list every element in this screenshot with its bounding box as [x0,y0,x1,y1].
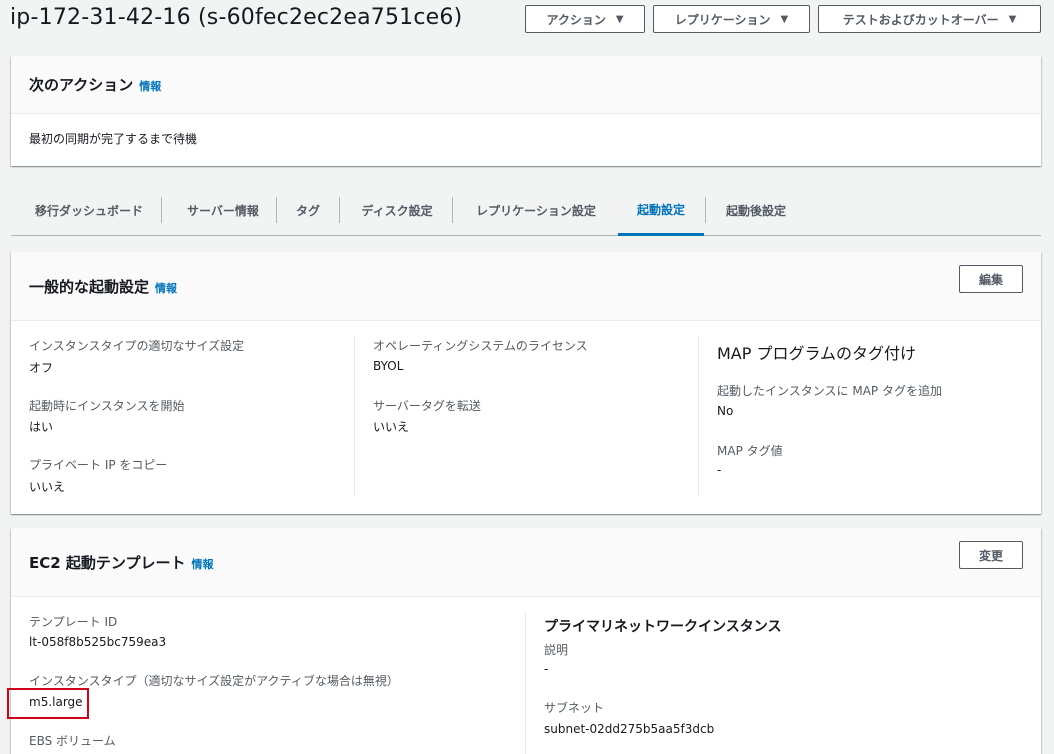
field-label: 起動したインスタンスに MAP タグを追加 [717,384,942,398]
tab-bar: 移行ダッシュボード サーバー情報 タグ ディスク設定 レプリケーション設定 起動… [11,186,1041,236]
field-label: インスタンスタイプ（適切なサイズ設定がアクティブな場合は無視） [29,674,399,688]
tab-post-launch-settings[interactable]: 起動後設定 [712,186,800,235]
general-launch-settings-panel: 一般的な起動設定 情報 編集 インスタンスタイプの適切なサイズ設定 オフ 起動時に… [11,252,1041,514]
field-value: はい [29,420,54,434]
field-label: プライベート IP をコピー [29,458,168,472]
tab-separator [276,197,277,223]
next-action-header: 次のアクション 情報 [11,56,1041,114]
column-divider [525,612,526,754]
caret-down-icon: ▼ [1008,13,1017,25]
replication-button-label: レプリケーション [674,12,771,27]
ec2-template-title-text: EC2 起動テンプレート [29,554,186,572]
field-value: いいえ [373,420,410,434]
field-label: 起動時にインスタンスを開始 [29,399,185,413]
ec2-template-info-link[interactable]: 情報 [191,558,213,571]
tab-migration-dashboard[interactable]: 移行ダッシュボード [19,186,159,235]
field-value: いいえ [29,480,66,494]
actions-dropdown-button[interactable]: アクション ▼ [525,5,645,33]
tab-separator [339,197,340,223]
tab-separator [161,197,162,223]
field-label: EBS ボリューム [29,734,116,748]
general-launch-info-link[interactable]: 情報 [155,282,177,295]
change-button[interactable]: 変更 [959,541,1023,569]
field-label: インスタンスタイプの適切なサイズ設定 [29,339,245,353]
edit-button[interactable]: 編集 [959,265,1023,293]
field-value: - [717,463,722,477]
column-divider [698,336,699,496]
page-header: ip-172-31-42-16 (s-60fec2ec2ea751ce6) アク… [0,0,1054,44]
tab-tags[interactable]: タグ [285,186,331,235]
next-action-title-text: 次のアクション [29,76,134,94]
tab-server-info[interactable]: サーバー情報 [171,186,275,235]
primary-network-title: プライマリネットワークインスタンス [544,619,782,635]
next-action-body: 最初の同期が完了するまで待機 [29,132,198,146]
subnet-value: subnet-02dd275b5aa5f3dcb [544,722,715,736]
highlight-box [7,688,89,719]
ec2-template-header: EC2 起動テンプレート 情報 変更 [11,528,1041,597]
map-tagging-title: MAP プログラムのタグ付け [717,344,917,363]
field-value: オフ [29,361,54,375]
page-title: ip-172-31-42-16 (s-60fec2ec2ea751ce6) [10,5,463,30]
caret-down-icon: ▼ [615,13,624,25]
tab-replication-settings[interactable]: レプリケーション設定 [461,186,611,235]
actions-button-label: アクション [546,12,606,27]
field-value: BYOL [373,359,404,373]
template-id-value: lt-058f8b525bc759ea3 [29,635,167,649]
field-label: テンプレート ID [29,615,118,629]
tab-separator [705,197,706,223]
general-launch-title-text: 一般的な起動設定 [29,278,150,296]
field-value: No [717,404,734,418]
next-action-title: 次のアクション 情報 [29,74,161,95]
field-label: サブネット [544,701,605,715]
replication-dropdown-button[interactable]: レプリケーション ▼ [653,5,810,33]
field-value: - [544,662,549,676]
test-cutover-button-label: テストおよびカットオーバー [842,12,999,27]
field-label: サーバータグを転送 [373,399,481,413]
caret-down-icon: ▼ [780,13,789,25]
tab-launch-settings[interactable]: 起動設定 [618,186,704,236]
ec2-template-title: EC2 起動テンプレート 情報 [29,552,213,573]
next-action-info-link[interactable]: 情報 [139,80,161,93]
general-launch-header: 一般的な起動設定 情報 編集 [11,252,1041,321]
ec2-launch-template-panel: EC2 起動テンプレート 情報 変更 テンプレート ID lt-058f8b525… [11,528,1041,754]
general-launch-title: 一般的な起動設定 情報 [29,276,177,297]
field-label: MAP タグ値 [717,444,783,458]
field-label: オペレーティングシステムのライセンス [373,339,588,353]
tab-separator [452,197,453,223]
tab-disk-settings[interactable]: ディスク設定 [347,186,447,235]
column-divider [354,336,355,496]
field-label: 説明 [544,643,569,657]
test-cutover-dropdown-button[interactable]: テストおよびカットオーバー ▼ [818,5,1041,33]
next-action-panel: 次のアクション 情報 最初の同期が完了するまで待機 [11,56,1041,166]
